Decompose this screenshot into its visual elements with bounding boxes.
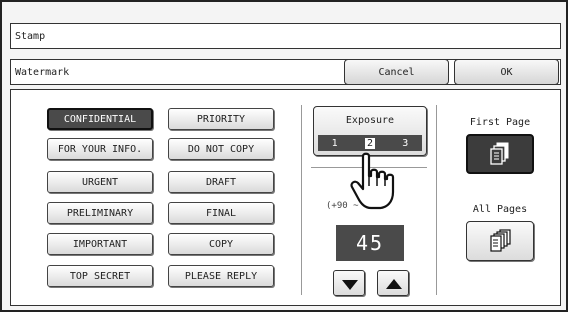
decrease-button[interactable] (333, 270, 365, 296)
exposure-level-2: 2 (364, 137, 375, 149)
exposure-button[interactable]: Exposure 1 2 3 (313, 106, 427, 156)
all-pages-label: All Pages (472, 204, 528, 215)
ok-button-label: OK (500, 66, 513, 78)
exposure-label: Exposure (345, 115, 395, 126)
all-pages-stack-icon (490, 229, 511, 252)
stamp-label: TOP SECRET (69, 270, 131, 282)
increase-button[interactable] (377, 270, 409, 296)
cancel-button-label: Cancel (378, 66, 415, 78)
stamp-for-your-info-button[interactable]: FOR YOUR INFO. (47, 138, 153, 160)
angle-value-display: 45 (336, 225, 404, 261)
stamp-label: DRAFT (205, 176, 237, 188)
stamp-label: PRELIMINARY (66, 207, 134, 219)
hand-pointer-icon (350, 152, 395, 210)
stamp-label: DO NOT COPY (187, 143, 255, 155)
stamp-label: COPY (208, 238, 234, 250)
first-page-button[interactable] (466, 134, 534, 174)
stamp-priority-button[interactable]: PRIORITY (168, 108, 274, 130)
exposure-level-scale: 1 2 3 (318, 135, 422, 151)
stamp-label: PLEASE REPLY (184, 270, 258, 282)
divider (436, 105, 437, 295)
screen-frame: Stamp Watermark Cancel OK CONFIDENTIAL F… (0, 0, 568, 312)
stamp-label: PRIORITY (196, 113, 246, 125)
stamp-label: FOR YOUR INFO. (57, 143, 143, 155)
stamp-label: IMPORTANT (72, 238, 128, 250)
cancel-button[interactable]: Cancel (344, 59, 449, 85)
divider (301, 105, 302, 295)
all-pages-button[interactable] (466, 221, 534, 261)
page-title: Stamp (15, 30, 46, 42)
section-title: Watermark (15, 66, 70, 78)
stamp-confidential-button[interactable]: CONFIDENTIAL (47, 108, 153, 130)
stamp-label: CONFIDENTIAL (63, 113, 137, 125)
ok-button[interactable]: OK (454, 59, 559, 85)
watermark-panel: CONFIDENTIAL FOR YOUR INFO. URGENT PRELI… (10, 89, 561, 306)
stamp-urgent-button[interactable]: URGENT (47, 171, 153, 193)
stamp-label: FINAL (205, 207, 237, 219)
exposure-level-3: 3 (402, 137, 409, 149)
stamp-important-button[interactable]: IMPORTANT (47, 233, 153, 255)
stamp-top-secret-button[interactable]: TOP SECRET (47, 265, 153, 287)
triangle-up-icon (386, 279, 402, 289)
stamp-draft-button[interactable]: DRAFT (168, 171, 274, 193)
first-page-label: First Page (469, 117, 531, 128)
single-page-stack-icon (490, 142, 509, 165)
stamp-final-button[interactable]: FINAL (168, 202, 274, 224)
stamp-copy-button[interactable]: COPY (168, 233, 274, 255)
stamp-do-not-copy-button[interactable]: DO NOT COPY (168, 138, 274, 160)
stamp-please-reply-button[interactable]: PLEASE REPLY (168, 265, 274, 287)
stamp-label: URGENT (81, 176, 119, 188)
title-bar: Stamp (10, 23, 561, 49)
triangle-down-icon (342, 280, 358, 290)
stamp-preliminary-button[interactable]: PRELIMINARY (47, 202, 153, 224)
exposure-level-1: 1 (331, 137, 338, 149)
